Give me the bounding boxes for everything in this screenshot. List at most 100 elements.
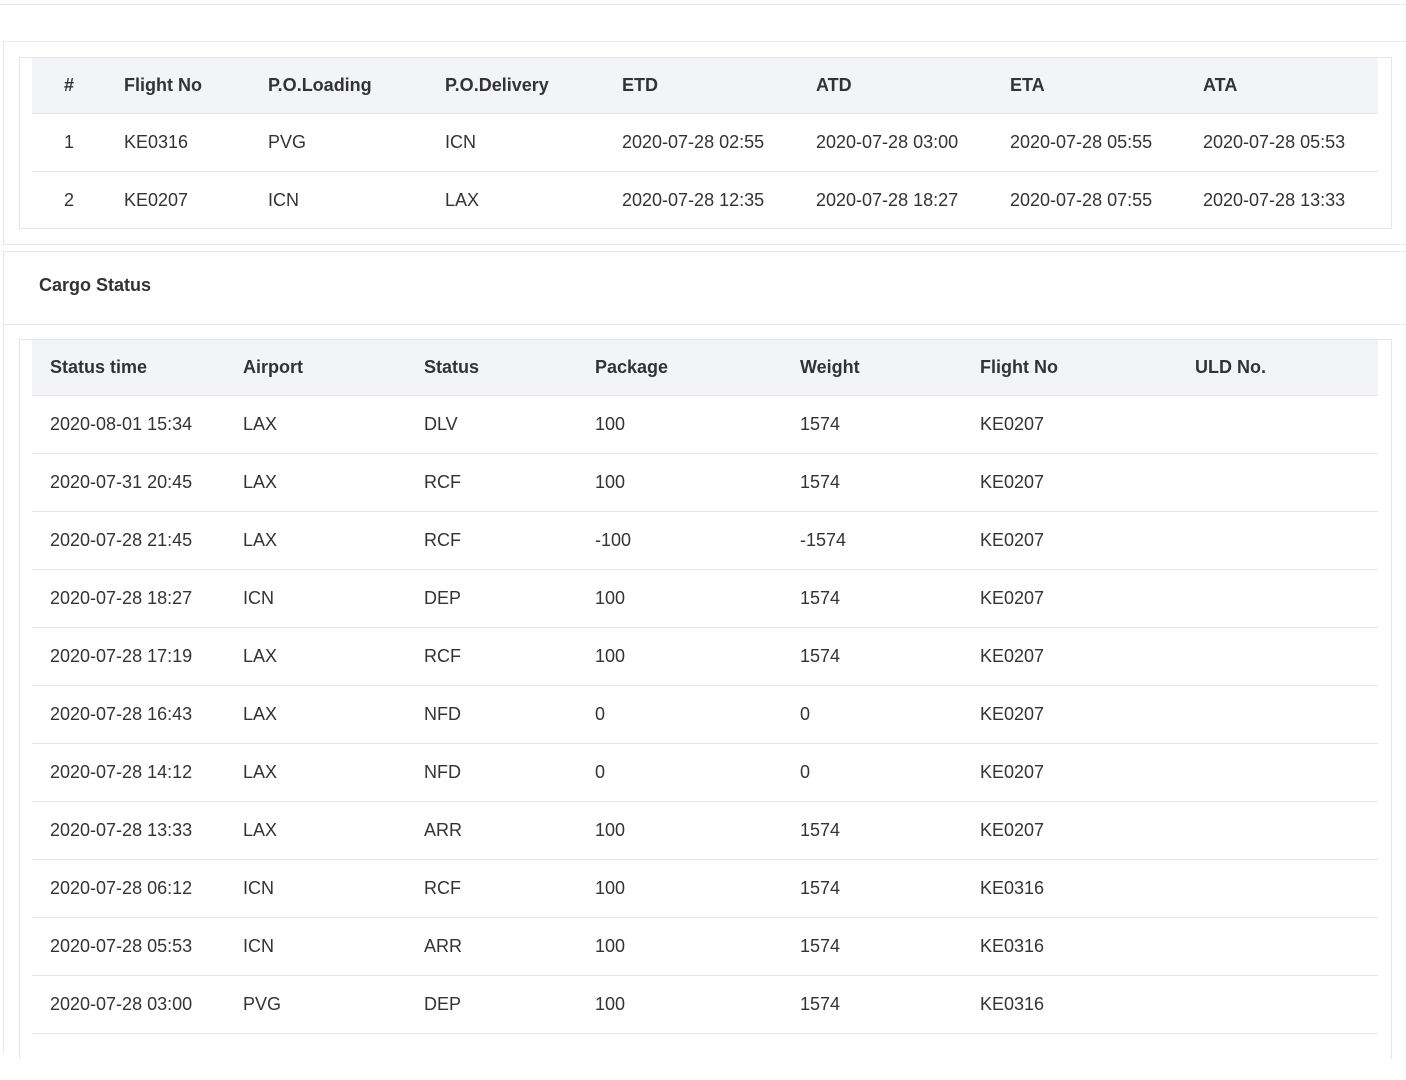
- cell-package: 100: [595, 975, 800, 1034]
- cell-package: 100: [595, 917, 800, 976]
- table-row[interactable]: 2020-07-28 14:12 LAX NFD 0 0 KE0207: [32, 743, 1378, 802]
- column-header-etd[interactable]: ETD: [604, 58, 798, 114]
- column-header-status-time[interactable]: Status time: [32, 340, 243, 396]
- column-header-status[interactable]: Status: [424, 340, 595, 396]
- table-row[interactable]: 2020-07-28 03:00 PVG DEP 100 1574 KE0316: [32, 975, 1378, 1034]
- cell-weight: 0: [800, 685, 980, 744]
- cell-status: NFD: [424, 685, 595, 744]
- cell-ata: 2020-07-28 05:53: [1185, 113, 1378, 172]
- column-header-weight[interactable]: Weight: [800, 340, 980, 396]
- cell-airport: LAX: [243, 511, 424, 570]
- cell-status: ARR: [424, 801, 595, 860]
- cell-weight: -1574: [800, 511, 980, 570]
- cell-uld-no: [1195, 569, 1378, 628]
- table-row[interactable]: 2 KE0207 ICN LAX 2020-07-28 12:35 2020-07-28 …: [32, 172, 1378, 230]
- page: # Flight No P.O.Loading P.O.Delivery ETD…: [0, 0, 1406, 1080]
- cell-flight-no: KE0316: [106, 113, 250, 172]
- cell-uld-no: [1195, 801, 1378, 860]
- cell-weight: 1574: [800, 801, 980, 860]
- cell-package: -100: [595, 511, 800, 570]
- cell-status-time: 2020-07-28 13:33: [32, 801, 243, 860]
- cell-package: 100: [595, 569, 800, 628]
- cell-flight-no: KE0207: [980, 395, 1195, 454]
- column-header-flight-no[interactable]: Flight No: [106, 58, 250, 114]
- cell-status: DEP: [424, 975, 595, 1034]
- cargo-table-container: Status time Airport Status Package Weigh…: [19, 339, 1392, 1059]
- column-header-airport[interactable]: Airport: [243, 340, 424, 396]
- table-row[interactable]: 2020-07-28 13:33 LAX ARR 100 1574 KE0207: [32, 801, 1378, 860]
- column-header-port-of-loading[interactable]: P.O.Loading: [250, 58, 427, 114]
- column-header-package[interactable]: Package: [595, 340, 800, 396]
- column-header-atd[interactable]: ATD: [798, 58, 992, 114]
- cargo-status-header: Cargo Status: [4, 252, 1406, 325]
- flight-table: # Flight No P.O.Loading P.O.Delivery ETD…: [32, 58, 1378, 229]
- table-row[interactable]: 2020-07-28 17:19 LAX RCF 100 1574 KE0207: [32, 627, 1378, 686]
- cell-uld-no: [1195, 511, 1378, 570]
- cell-weight: 1574: [800, 453, 980, 512]
- table-row[interactable]: 2020-08-01 15:34 LAX DLV 100 1574 KE0207: [32, 395, 1378, 454]
- table-row[interactable]: 2020-07-31 20:45 LAX RCF 100 1574 KE0207: [32, 453, 1378, 512]
- cell-port-of-delivery: ICN: [427, 113, 604, 172]
- cell-uld-no: [1195, 975, 1378, 1034]
- cell-status: RCF: [424, 453, 595, 512]
- table-row[interactable]: 1 KE0316 PVG ICN 2020-07-28 02:55 2020-07-28 …: [32, 113, 1378, 172]
- cell-flight-no: KE0207: [980, 453, 1195, 512]
- cell-package: 100: [595, 395, 800, 454]
- cell-airport: ICN: [243, 569, 424, 628]
- cell-flight-no: KE0207: [980, 569, 1195, 628]
- cell-port-of-delivery: LAX: [445, 190, 480, 210]
- cell-status: ARR: [424, 917, 595, 976]
- cell-flight-no: KE0207: [980, 801, 1195, 860]
- cell-airport: LAX: [243, 453, 424, 512]
- column-header-uld-no[interactable]: ULD No.: [1195, 340, 1378, 396]
- table-row[interactable]: 2020-07-28 05:53 ICN ARR 100 1574 KE0316: [32, 917, 1378, 976]
- cell-package: 100: [595, 859, 800, 918]
- cell-airport: LAX: [243, 801, 424, 860]
- cell-eta: 2020-07-28 05:55: [992, 113, 1185, 172]
- column-header-ata[interactable]: ATA: [1185, 58, 1378, 114]
- cargo-status-table: Status time Airport Status Package Weigh…: [32, 340, 1378, 1034]
- cell-status-time: 2020-07-28 14:12: [32, 743, 243, 802]
- column-header-eta[interactable]: ETA: [992, 58, 1185, 114]
- cell-weight: 0: [800, 743, 980, 802]
- flight-routing-panel: # Flight No P.O.Loading P.O.Delivery ETD…: [3, 41, 1406, 245]
- cell-port-of-loading: PVG: [250, 113, 427, 172]
- column-header-index[interactable]: #: [32, 58, 106, 114]
- cell-flight-no: KE0316: [980, 859, 1195, 918]
- table-row[interactable]: 2020-07-28 18:27 ICN DEP 100 1574 KE0207: [32, 569, 1378, 628]
- cargo-status-title: Cargo Status: [39, 275, 152, 295]
- cell-status-time: 2020-07-28 21:45: [32, 511, 243, 570]
- column-header-cargo-flight-no[interactable]: Flight No: [980, 340, 1195, 396]
- cell-airport: ICN: [243, 917, 424, 976]
- cell-status-time: 2020-07-28 03:00: [32, 975, 243, 1034]
- cell-status: RCF: [424, 627, 595, 686]
- table-row[interactable]: 2020-07-28 06:12 ICN RCF 100 1574 KE0316: [32, 859, 1378, 918]
- cell-atd: 2020-07-28 18:27: [816, 190, 959, 210]
- cell-uld-no: [1195, 859, 1378, 918]
- cargo-table-header-row: Status time Airport Status Package Weigh…: [32, 340, 1378, 396]
- cell-flight-no: KE0316: [980, 917, 1195, 976]
- cell-flight-no: KE0316: [980, 975, 1195, 1034]
- table-row[interactable]: 2020-07-28 21:45 LAX RCF -100 -1574 KE0207: [32, 511, 1378, 570]
- column-header-port-of-delivery[interactable]: P.O.Delivery: [427, 58, 604, 114]
- cell-flight-no: KE0207: [980, 627, 1195, 686]
- cell-index: 2: [63, 190, 74, 210]
- cell-etd: 2020-07-28 12:35: [622, 190, 765, 210]
- cell-status-time: 2020-07-28 06:12: [32, 859, 243, 918]
- cell-status-time: 2020-07-28 18:27: [32, 569, 243, 628]
- flight-table-container: # Flight No P.O.Loading P.O.Delivery ETD…: [19, 57, 1392, 229]
- table-row[interactable]: 2020-07-28 16:43 LAX NFD 0 0 KE0207: [32, 685, 1378, 744]
- cell-status: DLV: [424, 395, 595, 454]
- cell-status-time: 2020-07-28 17:19: [32, 627, 243, 686]
- cell-status-time: 2020-08-01 15:34: [32, 395, 243, 454]
- cell-ata: 2020-07-28 13:33: [1203, 190, 1346, 210]
- cell-etd: 2020-07-28 02:55: [604, 113, 798, 172]
- cell-uld-no: [1195, 685, 1378, 744]
- cell-flight-no: KE0207: [980, 511, 1195, 570]
- cell-uld-no: [1195, 917, 1378, 976]
- cell-atd: 2020-07-28 03:00: [798, 113, 992, 172]
- cargo-status-panel: Cargo Status Status time Airport Status …: [3, 251, 1406, 1059]
- cell-package: 100: [595, 453, 800, 512]
- cell-uld-no: [1195, 627, 1378, 686]
- cell-status-time: 2020-07-28 16:43: [32, 685, 243, 744]
